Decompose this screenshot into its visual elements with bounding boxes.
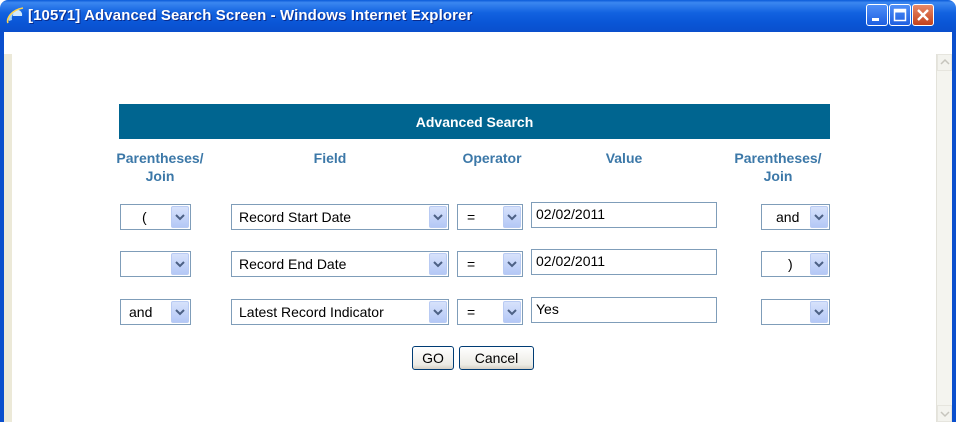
column-heading-join-left: Parentheses/ Join (115, 149, 205, 185)
row3-operator-select[interactable]: = (457, 299, 523, 325)
title-bar[interactable]: [10571] Advanced Search Screen - Windows… (0, 0, 956, 32)
cancel-button[interactable]: Cancel (459, 346, 534, 370)
close-button[interactable] (912, 4, 934, 26)
advanced-search-header: Advanced Search (119, 104, 830, 139)
row3-value-input[interactable]: Yes (531, 297, 717, 323)
row1-value-input[interactable]: 02/02/2011 (531, 202, 717, 228)
row1-right-join-select[interactable]: and (761, 204, 830, 230)
window-inner-top (4, 32, 952, 54)
column-heading-join-left-line1: Parentheses/ (116, 150, 204, 166)
window-inner-left (4, 54, 12, 422)
dropdown-arrow-icon[interactable] (503, 206, 521, 228)
maximize-icon (893, 8, 907, 22)
dropdown-arrow-icon[interactable] (503, 253, 521, 275)
minimize-button[interactable] (866, 4, 888, 26)
row2-left-join-select[interactable] (120, 251, 191, 277)
ie-logo-icon (6, 7, 24, 24)
maximize-button[interactable] (889, 4, 911, 26)
row1-right-join-value: and (776, 209, 800, 225)
window-frame-right (952, 32, 956, 422)
dropdown-arrow-icon[interactable] (429, 253, 447, 275)
row3-operator-value: = (467, 304, 476, 320)
row3-field-value: Latest Record Indicator (239, 304, 384, 320)
dropdown-arrow-icon[interactable] (810, 301, 828, 323)
go-button[interactable]: GO (412, 346, 454, 370)
chevron-up-icon (940, 58, 950, 65)
dropdown-arrow-icon[interactable] (810, 206, 828, 228)
close-icon (917, 9, 929, 21)
row3-left-join-select[interactable]: and (120, 299, 191, 325)
dropdown-arrow-icon[interactable] (171, 253, 189, 275)
dropdown-arrow-icon[interactable] (503, 301, 521, 323)
column-heading-join-right-line1: Parentheses/ (734, 150, 822, 166)
column-heading-join-right: Parentheses/ Join (718, 149, 838, 185)
row2-operator-value: = (467, 256, 476, 272)
row2-field-select[interactable]: Record End Date (231, 251, 449, 277)
row2-right-join-select[interactable]: ) (761, 251, 830, 277)
column-heading-join-left-line2: Join (145, 168, 175, 184)
row3-left-join-value: and (129, 304, 153, 320)
scroll-down-button[interactable] (937, 405, 952, 422)
row2-operator-select[interactable]: = (457, 251, 523, 277)
row1-left-join-select[interactable]: ( (120, 204, 191, 230)
column-heading-value: Value (605, 150, 643, 166)
column-heading-join-right-line2: Join (763, 168, 793, 184)
dropdown-arrow-icon[interactable] (171, 301, 189, 323)
dropdown-arrow-icon[interactable] (810, 253, 828, 275)
chevron-down-icon (940, 411, 950, 418)
row2-value-input[interactable]: 02/02/2011 (531, 249, 717, 275)
dropdown-arrow-icon[interactable] (171, 206, 189, 228)
vertical-scrollbar[interactable] (936, 54, 952, 422)
row1-operator-value: = (467, 209, 476, 225)
window-title: [10571] Advanced Search Screen - Windows… (28, 7, 473, 24)
row2-field-value: Record End Date (239, 256, 347, 272)
row1-field-select[interactable]: Record Start Date (231, 204, 449, 230)
dropdown-arrow-icon[interactable] (429, 301, 447, 323)
row3-field-select[interactable]: Latest Record Indicator (231, 299, 449, 325)
row1-field-value: Record Start Date (239, 209, 352, 225)
minimize-icon (872, 18, 879, 21)
column-heading-operator: Operator (462, 150, 522, 166)
row2-right-join-value: ) (788, 256, 793, 272)
scroll-up-button[interactable] (937, 54, 952, 71)
row3-right-join-select[interactable] (761, 299, 830, 325)
dropdown-arrow-icon[interactable] (429, 206, 447, 228)
row1-operator-select[interactable]: = (457, 204, 523, 230)
column-heading-field: Field (313, 150, 347, 166)
row1-left-join-value: ( (142, 209, 147, 225)
